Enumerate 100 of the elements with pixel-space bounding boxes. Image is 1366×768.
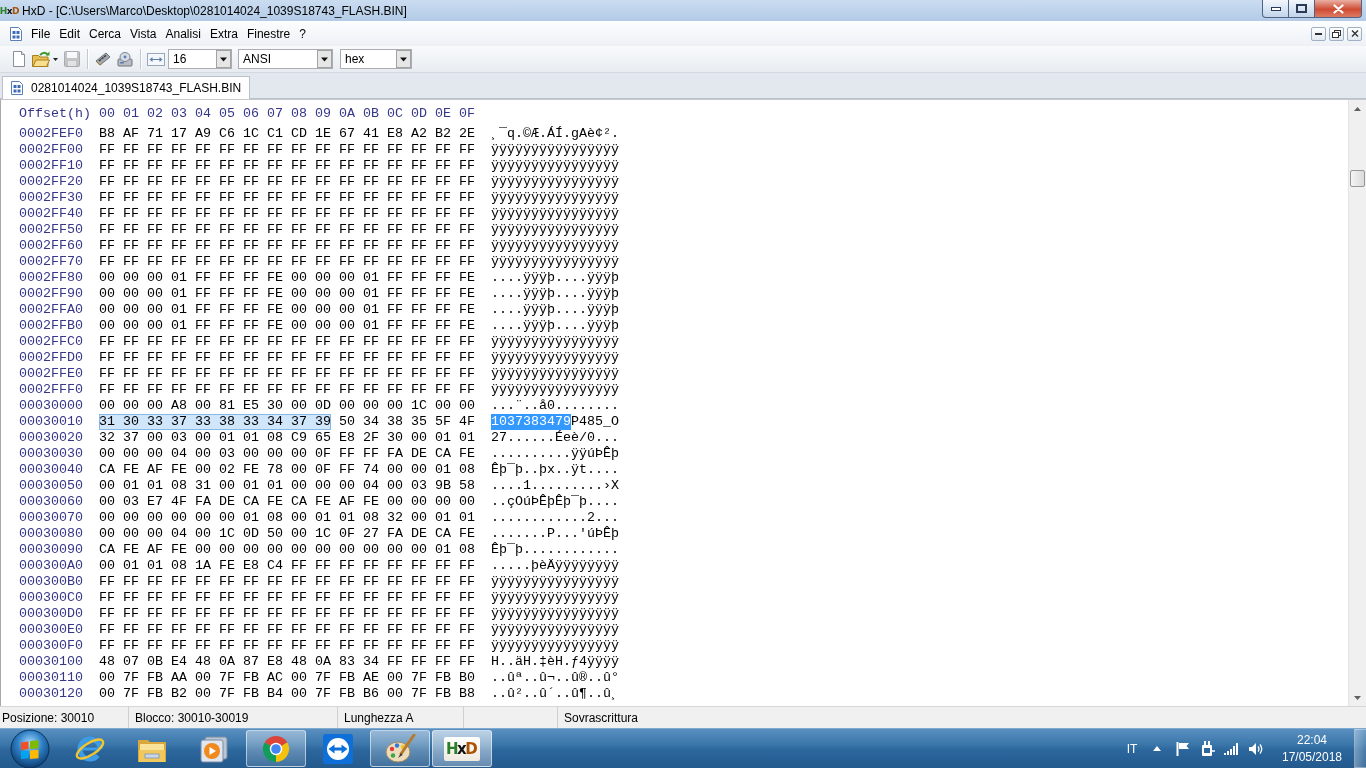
offset-label: 00030080 <box>19 526 84 542</box>
close-icon <box>1332 3 1344 14</box>
restore-icon <box>1332 29 1341 38</box>
offset-label: 0002FFB0 <box>19 318 84 334</box>
ascii-text: Êþ¯þ..þx..ÿt.... <box>491 462 619 478</box>
scrollbar-thumb[interactable] <box>1350 170 1365 187</box>
offset-label: 0002FFA0 <box>19 302 84 318</box>
folder-arrow-icon <box>32 51 50 67</box>
app-logo: HxD <box>0 5 19 16</box>
ascii-text: ...¨..å0........ <box>491 398 619 414</box>
column-header: 0F <box>459 106 476 122</box>
offset-header: Offset(h) <box>19 106 92 122</box>
hex-bytes: 00 00 00 01 FF FF FF FE 00 00 00 01 FF FF FF FE <box>99 318 475 334</box>
menu-item[interactable]: Edit <box>55 24 85 43</box>
hex-bytes: FF FF FF FF FF FF FF FF FF FF FF FF FF FF FF FF <box>99 590 475 606</box>
offset-label: 0002FFC0 <box>19 334 84 350</box>
column-header: 0A <box>339 106 356 122</box>
menu-item[interactable]: Cerca <box>85 24 126 43</box>
new-file-button[interactable] <box>10 48 28 70</box>
show-desktop-button[interactable] <box>1354 729 1366 768</box>
document-restore-button[interactable] <box>1329 26 1344 41</box>
dropdown[interactable]: ANSI <box>238 49 333 69</box>
offset-label: 00030010 <box>19 414 84 430</box>
column-header: 04 <box>195 106 212 122</box>
file-tab[interactable]: 0281014024_1039S18743_FLASH.BIN <box>2 76 251 99</box>
caret-up-icon <box>1354 106 1361 111</box>
hex-bytes: FF FF FF FF FF FF FF FF FF FF FF FF FF FF FF FF <box>99 606 475 622</box>
column-header: 0D <box>411 106 428 122</box>
offset-label: 00030100 <box>19 654 84 670</box>
menu-item[interactable]: ? <box>295 24 310 43</box>
plug-icon <box>1201 740 1215 757</box>
offset-label: 000300B0 <box>19 574 84 590</box>
hex-bytes: 00 00 00 A8 00 81 E5 30 00 0D 00 00 00 1C 00 00 <box>99 398 475 414</box>
ascii-text: ÿÿÿÿÿÿÿÿÿÿÿÿÿÿÿÿ <box>491 206 619 222</box>
hex-bytes: 00 7F FB AA 00 7F FB AC 00 7F FB AE 00 7F FB B0 <box>99 670 475 686</box>
offset-label: 00030090 <box>19 542 84 558</box>
offset-label: 000300F0 <box>19 638 84 654</box>
hex-bytes: FF FF FF FF FF FF FF FF FF FF FF FF FF FF FF FF <box>99 254 475 270</box>
menu-item[interactable]: Finestre <box>242 24 295 43</box>
taskbar-button[interactable]: HxD <box>432 730 492 767</box>
close-icon <box>1350 30 1359 37</box>
offset-label: 0002FF10 <box>19 158 84 174</box>
hex-bytes: FF FF FF FF FF FF FF FF FF FF FF FF FF FF FF FF <box>99 382 475 398</box>
column-header: 02 <box>147 106 164 122</box>
hex-bytes: 00 00 00 04 00 1C 0D 50 00 1C 0F 27 FA DE CA FE <box>99 526 475 542</box>
menu-item[interactable]: Analisi <box>161 24 205 43</box>
hex-bytes: FF FF FF FF FF FF FF FF FF FF FF FF FF FF FF FF <box>99 638 475 654</box>
flag-icon <box>1176 741 1190 756</box>
menu-item[interactable]: Vista <box>126 24 161 43</box>
minimize-button[interactable] <box>1262 0 1289 18</box>
taskbar-button[interactable] <box>246 730 306 767</box>
ascii-text: P485_O <box>571 414 619 430</box>
ascii-text: ÿÿÿÿÿÿÿÿÿÿÿÿÿÿÿÿ <box>491 222 619 238</box>
ascii-text: 1037383479 <box>491 414 571 430</box>
maximize-button[interactable] <box>1289 0 1315 18</box>
offset-label: 00030050 <box>19 478 84 494</box>
hex-bytes: 31 30 33 37 33 38 33 34 37 39 <box>99 414 331 430</box>
ascii-text: ÿÿÿÿÿÿÿÿÿÿÿÿÿÿÿÿ <box>491 254 619 270</box>
offset-label: 0002FF50 <box>19 222 84 238</box>
column-header: 0B <box>363 106 380 122</box>
offset-label: 00030020 <box>19 430 84 446</box>
ascii-text: .......P...'úÞÊþ <box>491 526 619 542</box>
taskbar-button[interactable] <box>370 730 430 767</box>
caret-down-icon <box>1354 695 1361 700</box>
ascii-text: ..........ÿÿúÞÊþ <box>491 446 619 462</box>
ascii-text: .....þèÄÿÿÿÿÿÿÿÿ <box>491 558 619 574</box>
ascii-text: ....ÿÿÿþ....ÿÿÿþ <box>491 318 619 334</box>
dropdown[interactable]: hex <box>340 49 412 69</box>
disk-drive-icon <box>117 51 133 67</box>
document-minimize-button[interactable] <box>1311 26 1326 41</box>
clock-button[interactable]: 22:04 17/05/2018 <box>1276 730 1348 767</box>
offset-label: 0002FF00 <box>19 142 84 158</box>
ascii-text: ÿÿÿÿÿÿÿÿÿÿÿÿÿÿÿÿ <box>491 366 619 382</box>
ascii-text: ..û²..û´..û¶..û¸ <box>491 686 619 702</box>
offset-label: 0002FEF0 <box>19 126 84 142</box>
document-close-button[interactable] <box>1347 26 1362 41</box>
offset-label: 00030000 <box>19 398 84 414</box>
ascii-text: 27......Éeè/0... <box>491 430 619 446</box>
hex-bytes: FF FF FF FF FF FF FF FF FF FF FF FF FF FF FF FF <box>99 622 475 638</box>
offset-label: 00030110 <box>19 670 84 686</box>
hex-bytes: 00 00 00 00 00 00 01 08 00 01 01 08 32 00 01 01 <box>99 510 475 526</box>
hex-bytes: FF FF FF FF FF FF FF FF FF FF FF FF FF FF FF FF <box>99 574 475 590</box>
column-header: 0E <box>435 106 452 122</box>
hex-bytes: FF FF FF FF FF FF FF FF FF FF FF FF FF FF FF FF <box>99 366 475 382</box>
menu-item[interactable]: Extra <box>205 24 242 43</box>
language-indicator[interactable]: IT <box>1120 736 1144 761</box>
dropdown[interactable]: 16 <box>168 49 232 69</box>
hex-document-icon <box>10 26 22 41</box>
ascii-text: Êþ¯þ............ <box>491 542 619 558</box>
hex-bytes: FF FF FF FF FF FF FF FF FF FF FF FF FF FF FF FF <box>99 142 475 158</box>
hex-bytes: FF FF FF FF FF FF FF FF FF FF FF FF FF FF FF FF <box>99 206 475 222</box>
ascii-text: ÿÿÿÿÿÿÿÿÿÿÿÿÿÿÿÿ <box>491 622 619 638</box>
offset-label: 0002FFF0 <box>19 382 84 398</box>
offset-label: 00030120 <box>19 686 84 702</box>
menu-item[interactable]: File <box>27 24 55 43</box>
hex-bytes: CA FE AF FE 00 00 00 00 00 00 00 00 00 00 01 08 <box>99 542 475 558</box>
ascii-text: ÿÿÿÿÿÿÿÿÿÿÿÿÿÿÿÿ <box>491 190 619 206</box>
ascii-text: ÿÿÿÿÿÿÿÿÿÿÿÿÿÿÿÿ <box>491 334 619 350</box>
ascii-text: ÿÿÿÿÿÿÿÿÿÿÿÿÿÿÿÿ <box>491 574 619 590</box>
close-button[interactable] <box>1315 0 1362 18</box>
